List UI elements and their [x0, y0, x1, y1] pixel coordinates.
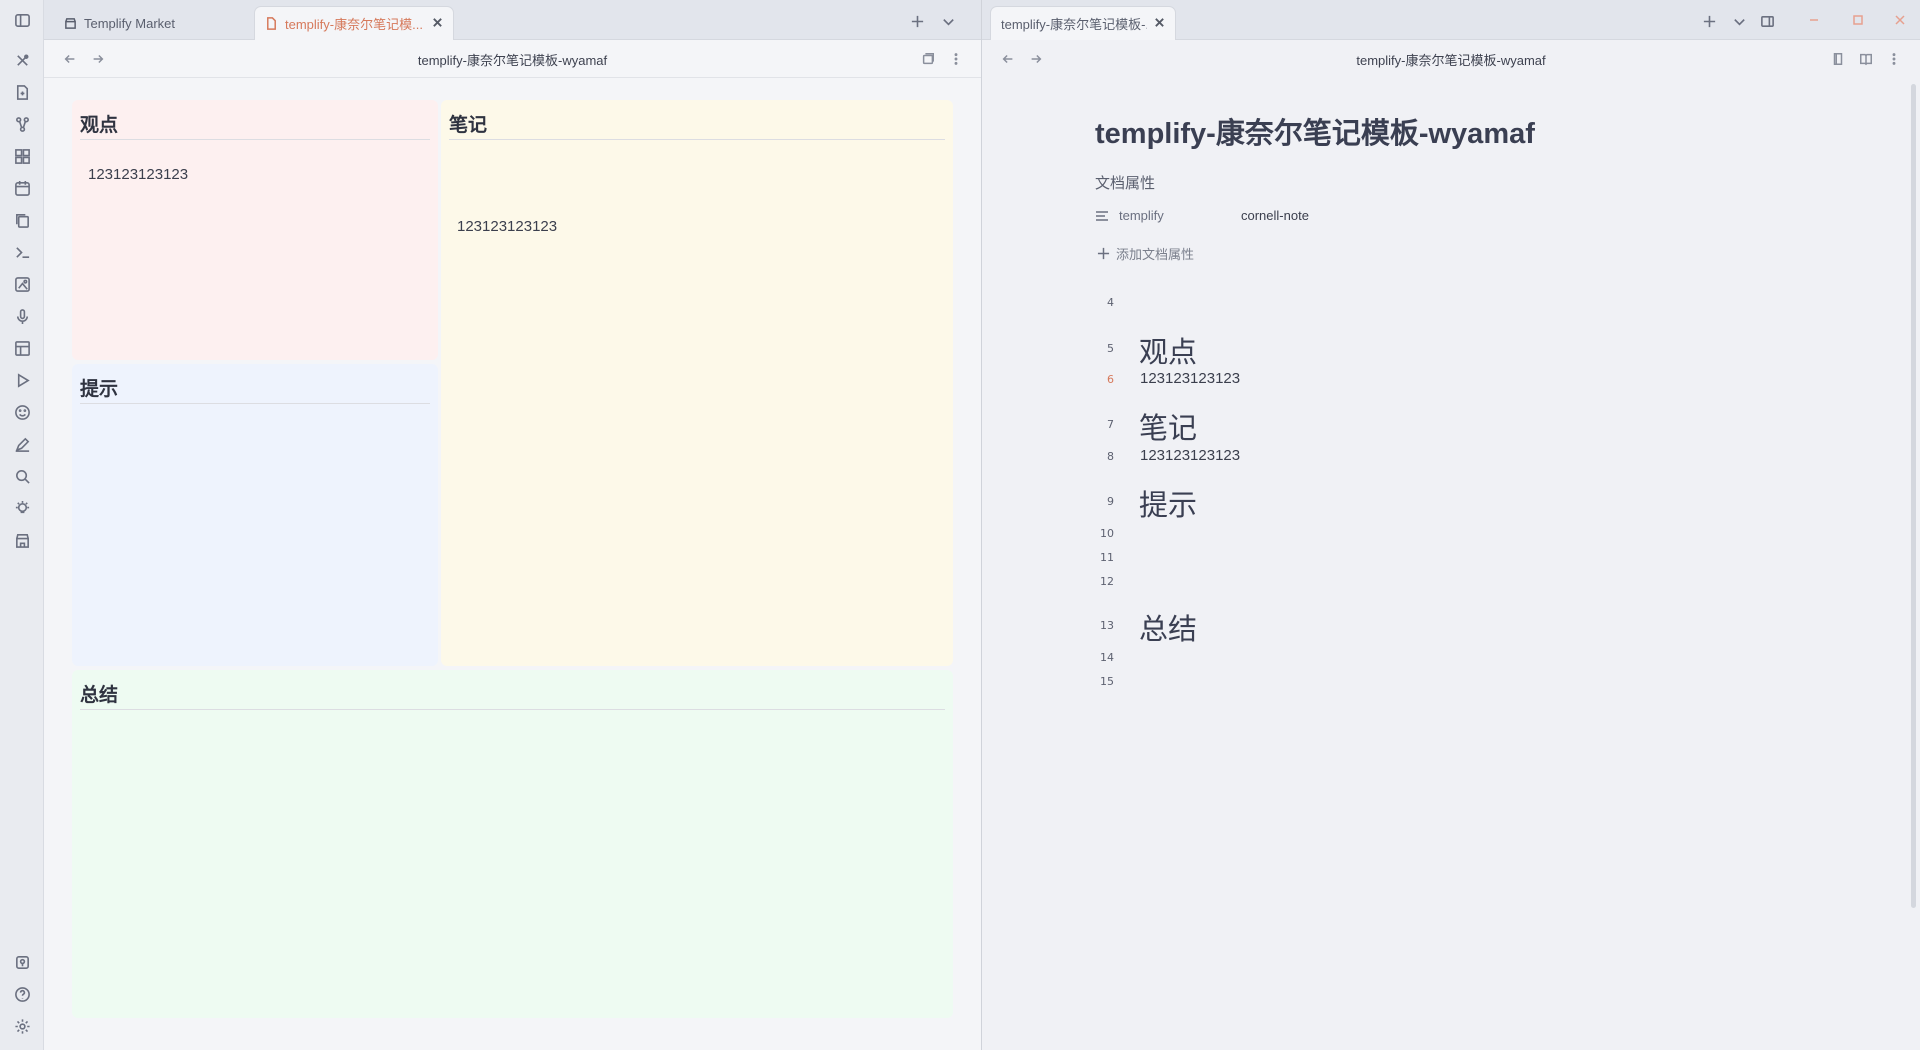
more-options-icon[interactable]	[1884, 49, 1904, 69]
help-icon[interactable]	[10, 982, 34, 1006]
notes-heading: 笔记	[449, 110, 945, 140]
source-heading-summary[interactable]: 总结	[1139, 606, 1197, 648]
play-icon[interactable]	[10, 368, 34, 392]
properties-heading[interactable]: 文档属性	[1095, 172, 1155, 193]
line-number: 5	[1107, 342, 1114, 355]
document-title[interactable]: templify-康奈尔笔记模板-wyamaf	[1095, 110, 1535, 152]
grid-icon[interactable]	[10, 144, 34, 168]
right-nav-bar: templify-康奈尔笔记模板-wyamaf	[982, 40, 1920, 78]
source-text-viewpoint[interactable]: 123123123123	[1140, 370, 1240, 387]
pen-icon[interactable]	[10, 432, 34, 456]
tab-label: Templify Market	[84, 15, 176, 31]
left-ribbon	[0, 0, 44, 1050]
settings-icon[interactable]	[10, 1014, 34, 1038]
terminal-icon[interactable]	[10, 240, 34, 264]
sidebar-toggle-icon[interactable]	[10, 8, 34, 32]
minimize-icon[interactable]	[1802, 8, 1826, 32]
window-close-icon[interactable]	[1888, 8, 1912, 32]
chevron-down-icon[interactable]	[1728, 10, 1750, 32]
copy-icon[interactable]	[10, 208, 34, 232]
layout-icon[interactable]	[10, 336, 34, 360]
store-icon[interactable]	[10, 528, 34, 552]
line-number: 14	[1100, 651, 1114, 664]
book-open-icon[interactable]	[1856, 49, 1876, 69]
source-heading-tips[interactable]: 提示	[1139, 482, 1197, 524]
file-icon	[265, 17, 278, 30]
vault-icon[interactable]	[10, 950, 34, 974]
line-number: 6	[1107, 373, 1114, 386]
tab-label: templify-康奈尔笔记模...	[285, 17, 423, 32]
viewpoint-heading: 观点	[80, 110, 430, 140]
tab-label: templify-康奈尔笔记模板-...	[1001, 17, 1147, 32]
search-icon[interactable]	[10, 464, 34, 488]
right-sidebar-toggle-icon[interactable]	[1756, 10, 1778, 32]
source-heading-viewpoint[interactable]: 观点	[1139, 329, 1197, 371]
plus-icon	[1097, 247, 1110, 260]
graph-icon[interactable]	[10, 112, 34, 136]
line-number: 12	[1100, 575, 1114, 588]
scrollbar[interactable]	[1911, 84, 1916, 908]
store-icon	[64, 17, 77, 30]
tab-templify-market[interactable]: Templify Market	[54, 6, 185, 40]
add-property-button[interactable]: 添加文档属性	[1097, 244, 1194, 263]
source-text-notes[interactable]: 123123123123	[1140, 447, 1240, 464]
mic-icon[interactable]	[10, 304, 34, 328]
source-heading-notes[interactable]: 笔记	[1139, 405, 1197, 447]
calendar-icon[interactable]	[10, 176, 34, 200]
cornell-template-view: 观点 123123123123 提示 笔记 123123123123 总结	[44, 78, 981, 1050]
tab-cornell-note[interactable]: templify-康奈尔笔记模...	[254, 6, 454, 40]
notes-text: 123123123123	[457, 218, 558, 235]
line-number: 7	[1107, 418, 1114, 431]
tab-cornell-note-source[interactable]: templify-康奈尔笔记模板-...	[990, 6, 1176, 40]
line-number: 15	[1100, 675, 1114, 688]
close-x-icon[interactable]	[10, 48, 34, 72]
line-number: 4	[1107, 296, 1114, 309]
maximize-icon[interactable]	[1846, 8, 1870, 32]
tips-heading: 提示	[80, 374, 430, 404]
image-icon[interactable]	[10, 272, 34, 296]
summary-heading: 总结	[80, 680, 945, 710]
left-pane: Templify Market templify-康奈尔笔记模... templ…	[44, 0, 981, 1050]
tips-section[interactable]: 提示	[72, 364, 438, 666]
notes-section[interactable]: 笔记 123123123123	[441, 100, 953, 666]
new-tab-icon[interactable]	[906, 10, 928, 32]
line-number: 11	[1100, 551, 1114, 564]
viewpoint-text: 123123123123	[88, 166, 189, 183]
left-nav-bar: templify-康奈尔笔记模板-wyamaf	[44, 40, 981, 78]
text-lines-icon	[1095, 209, 1109, 223]
chevron-down-icon[interactable]	[937, 10, 959, 32]
right-pane: templify-康奈尔笔记模板-... templify-康奈尔笔记模板-wy…	[982, 0, 1920, 1050]
more-options-icon[interactable]	[946, 49, 966, 69]
reading-mode-icon[interactable]	[1828, 49, 1848, 69]
line-number: 13	[1100, 619, 1114, 632]
property-value[interactable]: cornell-note	[1241, 208, 1309, 223]
left-tab-bar: Templify Market templify-康奈尔笔记模...	[44, 0, 981, 40]
property-row[interactable]: templify cornell-note	[1095, 208, 1309, 223]
bulb-icon[interactable]	[10, 496, 34, 520]
view-title[interactable]: templify-康奈尔笔记模板-wyamaf	[44, 50, 981, 69]
property-key[interactable]: templify	[1119, 208, 1241, 223]
summary-section[interactable]: 总结	[72, 670, 953, 1018]
smiley-icon[interactable]	[10, 400, 34, 424]
right-tab-bar: templify-康奈尔笔记模板-...	[982, 0, 1920, 40]
add-property-label: 添加文档属性	[1116, 247, 1195, 262]
viewpoint-section[interactable]: 观点 123123123123	[72, 100, 438, 360]
template-view-icon[interactable]	[918, 49, 938, 69]
new-tab-icon[interactable]	[1698, 10, 1720, 32]
line-number: 8	[1107, 450, 1114, 463]
source-editor[interactable]: templify-康奈尔笔记模板-wyamaf 文档属性 templify co…	[982, 78, 1920, 1050]
line-number: 9	[1107, 495, 1114, 508]
close-icon[interactable]	[432, 16, 443, 31]
line-number: 10	[1100, 527, 1114, 540]
view-title[interactable]: templify-康奈尔笔记模板-wyamaf	[982, 50, 1920, 69]
file-plus-icon[interactable]	[10, 80, 34, 104]
close-icon[interactable]	[1154, 16, 1165, 31]
